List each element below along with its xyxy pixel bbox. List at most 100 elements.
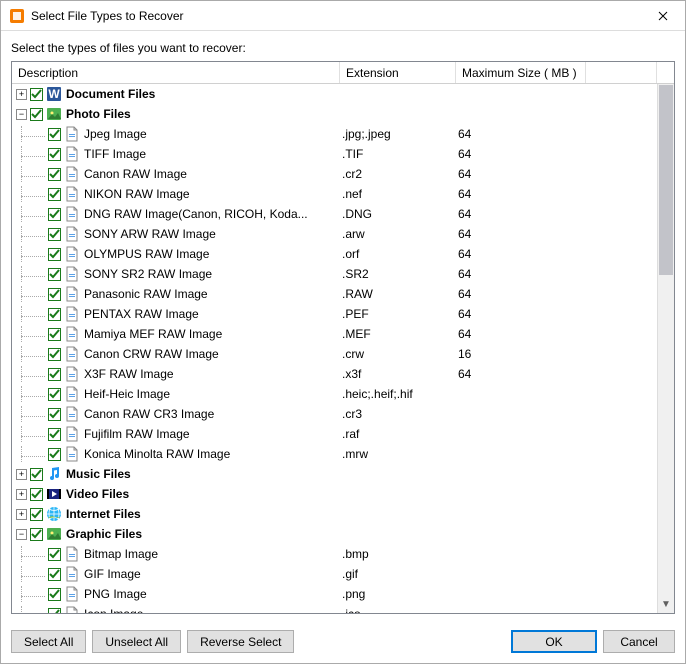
checkbox[interactable] bbox=[48, 168, 61, 181]
file-type-label: GIF Image bbox=[84, 567, 141, 581]
file-max-size: 64 bbox=[456, 367, 586, 381]
file-icon bbox=[64, 186, 80, 202]
file-extension: .DNG bbox=[340, 207, 456, 221]
checkbox[interactable] bbox=[30, 468, 43, 481]
select-all-button[interactable]: Select All bbox=[11, 630, 86, 653]
file-type-row[interactable]: SONY ARW RAW Image.arw64 bbox=[12, 224, 657, 244]
file-type-label: NIKON RAW Image bbox=[84, 187, 190, 201]
file-icon bbox=[64, 146, 80, 162]
file-type-row[interactable]: Canon CRW RAW Image.crw16 bbox=[12, 344, 657, 364]
file-type-row[interactable]: PNG Image.png bbox=[12, 584, 657, 604]
checkbox[interactable] bbox=[48, 248, 61, 261]
checkbox[interactable] bbox=[48, 368, 61, 381]
file-type-row[interactable]: SONY SR2 RAW Image.SR264 bbox=[12, 264, 657, 284]
reverse-select-button[interactable]: Reverse Select bbox=[187, 630, 294, 653]
checkbox[interactable] bbox=[48, 328, 61, 341]
file-type-row[interactable]: Heif-Heic Image.heic;.heif;.hif bbox=[12, 384, 657, 404]
window-title: Select File Types to Recover bbox=[31, 9, 640, 23]
file-max-size: 64 bbox=[456, 127, 586, 141]
checkbox[interactable] bbox=[48, 548, 61, 561]
checkbox[interactable] bbox=[48, 408, 61, 421]
col-maxsize[interactable]: Maximum Size ( MB ) bbox=[456, 62, 586, 83]
checkbox[interactable] bbox=[48, 288, 61, 301]
file-icon bbox=[64, 426, 80, 442]
file-type-row[interactable]: Konica Minolta RAW Image.mrw bbox=[12, 444, 657, 464]
checkbox[interactable] bbox=[30, 508, 43, 521]
group-photo[interactable]: −Photo Files bbox=[12, 104, 657, 124]
file-icon bbox=[64, 246, 80, 262]
checkbox[interactable] bbox=[48, 608, 61, 614]
expand-toggle[interactable]: + bbox=[16, 489, 27, 500]
checkbox[interactable] bbox=[30, 88, 43, 101]
checkbox[interactable] bbox=[30, 528, 43, 541]
column-headers: Description Extension Maximum Size ( MB … bbox=[12, 62, 674, 84]
checkbox[interactable] bbox=[48, 148, 61, 161]
group-gfx[interactable]: −Graphic Files bbox=[12, 524, 657, 544]
expand-toggle[interactable]: − bbox=[16, 109, 27, 120]
file-type-label: X3F RAW Image bbox=[84, 367, 174, 381]
checkbox[interactable] bbox=[30, 488, 43, 501]
file-extension: .bmp bbox=[340, 547, 456, 561]
checkbox[interactable] bbox=[48, 188, 61, 201]
file-max-size: 16 bbox=[456, 347, 586, 361]
checkbox[interactable] bbox=[48, 428, 61, 441]
checkbox[interactable] bbox=[48, 308, 61, 321]
checkbox[interactable] bbox=[48, 588, 61, 601]
ok-button[interactable]: OK bbox=[511, 630, 597, 653]
checkbox[interactable] bbox=[48, 348, 61, 361]
scroll-thumb[interactable] bbox=[659, 85, 673, 275]
file-type-row[interactable]: Jpeg Image.jpg;.jpeg64 bbox=[12, 124, 657, 144]
scroll-down-arrow[interactable]: ▼ bbox=[658, 596, 674, 613]
checkbox[interactable] bbox=[48, 228, 61, 241]
group-video[interactable]: + Video Files bbox=[12, 484, 657, 504]
checkbox[interactable] bbox=[48, 568, 61, 581]
file-type-row[interactable]: Mamiya MEF RAW Image.MEF64 bbox=[12, 324, 657, 344]
file-max-size: 64 bbox=[456, 187, 586, 201]
checkbox[interactable] bbox=[48, 128, 61, 141]
expand-toggle[interactable]: + bbox=[16, 469, 27, 480]
checkbox[interactable] bbox=[48, 448, 61, 461]
file-type-label: Mamiya MEF RAW Image bbox=[84, 327, 222, 341]
checkbox[interactable] bbox=[48, 268, 61, 281]
file-type-row[interactable]: OLYMPUS RAW Image.orf64 bbox=[12, 244, 657, 264]
expand-toggle[interactable]: + bbox=[16, 89, 27, 100]
file-type-row[interactable]: Fujifilm RAW Image.raf bbox=[12, 424, 657, 444]
col-extension[interactable]: Extension bbox=[340, 62, 456, 83]
file-type-row[interactable]: Icon Image.ico bbox=[12, 604, 657, 613]
cancel-button[interactable]: Cancel bbox=[603, 630, 675, 653]
file-type-row[interactable]: Canon RAW Image.cr264 bbox=[12, 164, 657, 184]
file-icon bbox=[64, 226, 80, 242]
file-type-row[interactable]: TIFF Image.TIF64 bbox=[12, 144, 657, 164]
file-type-row[interactable]: Canon RAW CR3 Image.cr3 bbox=[12, 404, 657, 424]
file-type-row[interactable]: GIF Image.gif bbox=[12, 564, 657, 584]
file-icon bbox=[64, 406, 80, 422]
file-type-row[interactable]: Panasonic RAW Image.RAW64 bbox=[12, 284, 657, 304]
group-label: Music Files bbox=[66, 467, 131, 481]
file-type-label: Canon CRW RAW Image bbox=[84, 347, 219, 361]
file-max-size: 64 bbox=[456, 167, 586, 181]
file-icon bbox=[64, 386, 80, 402]
vertical-scrollbar[interactable]: ▲ ▼ bbox=[657, 84, 674, 613]
file-type-label: Fujifilm RAW Image bbox=[84, 427, 190, 441]
group-doc[interactable]: +WDocument Files bbox=[12, 84, 657, 104]
file-type-row[interactable]: X3F RAW Image.x3f64 bbox=[12, 364, 657, 384]
file-type-row[interactable]: DNG RAW Image(Canon, RICOH, Koda....DNG6… bbox=[12, 204, 657, 224]
group-label: Video Files bbox=[66, 487, 129, 501]
file-extension: .orf bbox=[340, 247, 456, 261]
group-music[interactable]: + Music Files bbox=[12, 464, 657, 484]
expand-toggle[interactable]: − bbox=[16, 529, 27, 540]
file-type-row[interactable]: NIKON RAW Image.nef64 bbox=[12, 184, 657, 204]
file-type-label: PNG Image bbox=[84, 587, 147, 601]
close-button[interactable] bbox=[640, 1, 685, 31]
checkbox[interactable] bbox=[48, 388, 61, 401]
expand-toggle[interactable]: + bbox=[16, 509, 27, 520]
group-net[interactable]: +Internet Files bbox=[12, 504, 657, 524]
instruction-text: Select the types of files you want to re… bbox=[1, 31, 685, 61]
col-description[interactable]: Description bbox=[12, 62, 340, 83]
checkbox[interactable] bbox=[48, 208, 61, 221]
file-icon bbox=[64, 266, 80, 282]
unselect-all-button[interactable]: Unselect All bbox=[92, 630, 181, 653]
checkbox[interactable] bbox=[30, 108, 43, 121]
file-type-row[interactable]: Bitmap Image.bmp bbox=[12, 544, 657, 564]
file-type-row[interactable]: PENTAX RAW Image.PEF64 bbox=[12, 304, 657, 324]
